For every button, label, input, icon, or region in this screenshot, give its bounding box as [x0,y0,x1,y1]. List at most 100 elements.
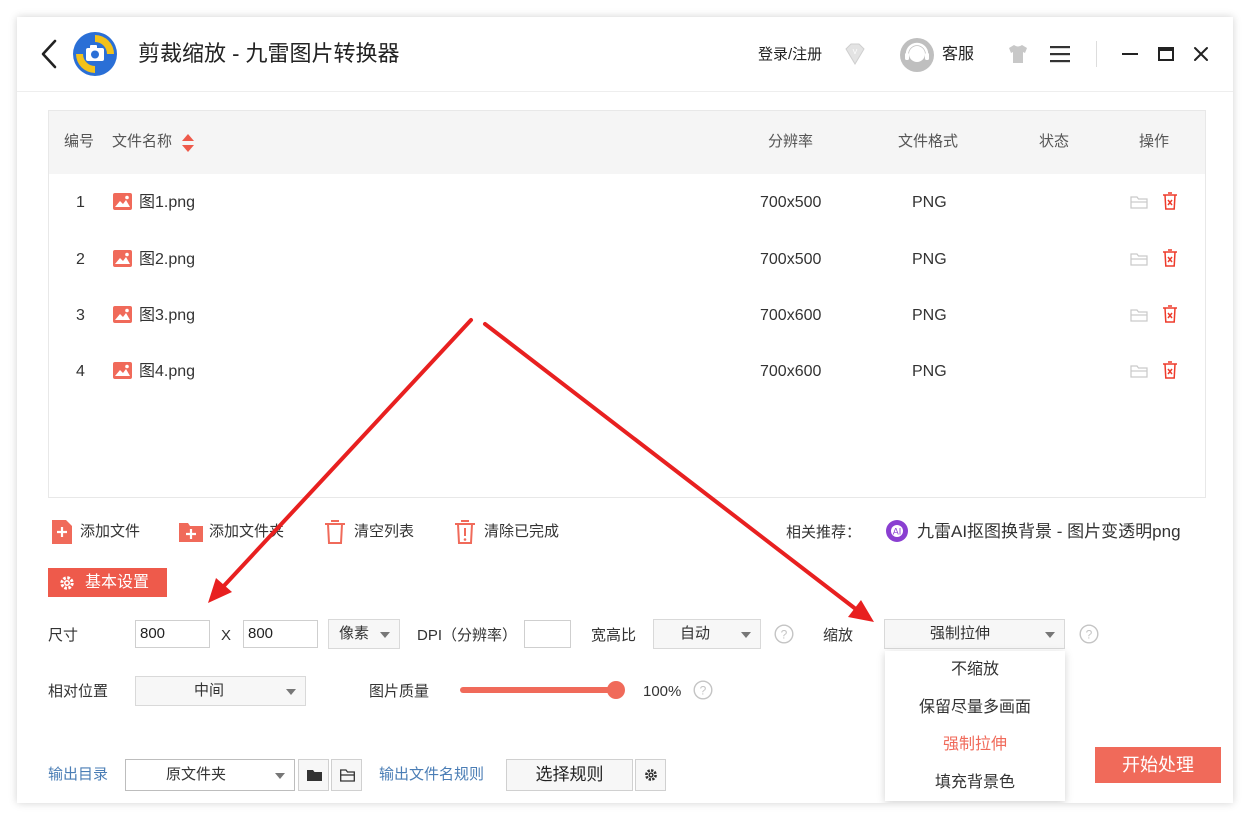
image-file-icon [113,306,132,323]
aspect-ratio-select[interactable]: 自动 [653,619,761,649]
minimize-icon[interactable] [1118,42,1142,66]
title-bar: 剪裁缩放 - 九雷图片转换器 登录/注册 V 客服 [17,17,1233,92]
row-format: PNG [912,363,947,380]
add-folder-button[interactable]: 添加文件夹 [178,519,293,545]
size-x-label: X [221,627,232,644]
row-format: PNG [912,307,947,324]
scale-option-none[interactable]: 不缩放 [885,651,1065,688]
skin-shirt-icon[interactable] [1006,42,1030,66]
help-icon[interactable]: ? [1079,624,1099,644]
svg-text:?: ? [700,684,707,698]
delete-icon[interactable] [1162,249,1178,267]
row-resolution: 700x600 [760,363,822,380]
clear-completed-button[interactable]: 清除已完成 [453,519,568,545]
delete-icon[interactable] [1162,305,1178,323]
width-input[interactable] [135,620,210,648]
row-filename: 图3.png [139,307,196,324]
scale-dropdown-menu: 不缩放 保留尽量多画面 强制拉伸 填充背景色 [885,651,1065,801]
quality-slider-handle[interactable] [607,681,625,699]
row-filename: 图4.png [139,363,196,380]
scale-option-keep-most[interactable]: 保留尽量多画面 [885,689,1065,726]
delete-icon[interactable] [1162,361,1178,379]
row-resolution: 700x500 [760,194,822,211]
unit-select[interactable]: 像素 [328,619,400,649]
col-index: 编号 [64,133,95,150]
login-register-link[interactable]: 登录/注册 [758,44,822,66]
size-label: 尺寸 [48,627,79,644]
table-row[interactable]: 4 图4.png 700x600 PNG [49,344,1205,400]
scale-value: 强制拉伸 [930,625,991,642]
scale-label: 缩放 [823,627,854,644]
col-format: 文件格式 [898,133,959,150]
open-folder-icon[interactable] [1130,307,1148,323]
row-filename: 图2.png [139,251,196,268]
menu-icon[interactable] [1048,42,1072,66]
table-row[interactable]: 3 图3.png 700x600 PNG [49,288,1205,344]
folder-icon [307,770,322,781]
file-table: 编号 文件名称 分辨率 文件格式 状态 操作 1 图1.png 700x500 … [48,110,1206,498]
quality-label: 图片质量 [369,683,430,700]
add-file-button[interactable]: 添加文件 [50,519,150,545]
sort-icon[interactable] [181,133,195,153]
aspect-ratio-label: 宽高比 [591,627,637,644]
ai-cutout-app-icon[interactable]: AI [885,519,909,543]
row-resolution: 700x600 [760,307,822,324]
aspect-ratio-value: 自动 [680,625,711,642]
maximize-icon[interactable] [1154,42,1178,66]
open-folder-icon [340,769,355,782]
svg-text:V: V [853,49,858,56]
customer-service-label[interactable]: 客服 [942,44,974,66]
row-filename: 图1.png [139,194,196,211]
clear-list-button[interactable]: 清空列表 [323,519,423,545]
help-icon[interactable]: ? [774,624,794,644]
vip-diamond-icon[interactable]: V [842,41,868,67]
table-row[interactable]: 1 图1.png 700x500 PNG [49,175,1205,231]
recommend-link[interactable]: 九雷AI抠图换背景 - 图片变透明png [917,521,1181,543]
open-folder-icon[interactable] [1130,251,1148,267]
output-dir-select[interactable]: 原文件夹 [125,759,295,791]
col-actions: 操作 [1139,133,1170,150]
open-output-folder-button[interactable] [331,759,362,791]
height-input[interactable] [243,620,318,648]
clear-list-label: 清空列表 [354,523,415,540]
row-index: 1 [76,194,85,211]
browse-folder-button[interactable] [298,759,329,791]
chevron-down-icon [275,773,285,779]
add-folder-label: 添加文件夹 [209,523,285,540]
scale-select[interactable]: 强制拉伸 [884,619,1065,649]
scale-option-fill-bg[interactable]: 填充背景色 [885,764,1065,801]
page-title: 剪裁缩放 - 九雷图片转换器 [138,41,400,66]
dpi-label: DPI（分辨率） [417,627,518,644]
select-rule-button[interactable]: 选择规则 [506,759,633,791]
image-file-icon [113,362,132,379]
position-select[interactable]: 中间 [135,676,306,706]
add-folder-icon [179,523,203,542]
image-file-icon [113,250,132,267]
open-folder-icon[interactable] [1130,194,1148,210]
quality-value: 100% [643,683,682,700]
row-format: PNG [912,194,947,211]
app-window: 剪裁缩放 - 九雷图片转换器 登录/注册 V 客服 编号 文件名称 分辨率 文件… [17,17,1233,803]
rule-settings-button[interactable] [635,759,666,791]
scale-option-stretch[interactable]: 强制拉伸 [885,726,1065,763]
service-avatar-icon[interactable] [899,37,935,73]
col-filename[interactable]: 文件名称 [112,131,172,153]
svg-text:AI: AI [893,527,902,537]
table-row[interactable]: 2 图2.png 700x500 PNG [49,232,1205,288]
close-icon[interactable] [1189,42,1213,66]
back-arrow-icon[interactable] [35,37,65,71]
app-logo-icon [73,32,117,76]
table-header: 编号 文件名称 分辨率 文件格式 状态 操作 [49,111,1205,174]
open-folder-icon[interactable] [1130,363,1148,379]
row-resolution: 700x500 [760,251,822,268]
dpi-input[interactable] [524,620,571,648]
clear-completed-label: 清除已完成 [484,523,560,540]
image-file-icon [113,193,132,210]
row-format: PNG [912,251,947,268]
delete-icon[interactable] [1162,192,1178,210]
help-icon[interactable]: ? [693,680,713,700]
basic-settings-tab[interactable]: 基本设置 [48,568,167,597]
quality-slider[interactable] [460,687,616,693]
start-processing-button[interactable]: 开始处理 [1095,747,1221,783]
col-resolution: 分辨率 [768,133,814,150]
